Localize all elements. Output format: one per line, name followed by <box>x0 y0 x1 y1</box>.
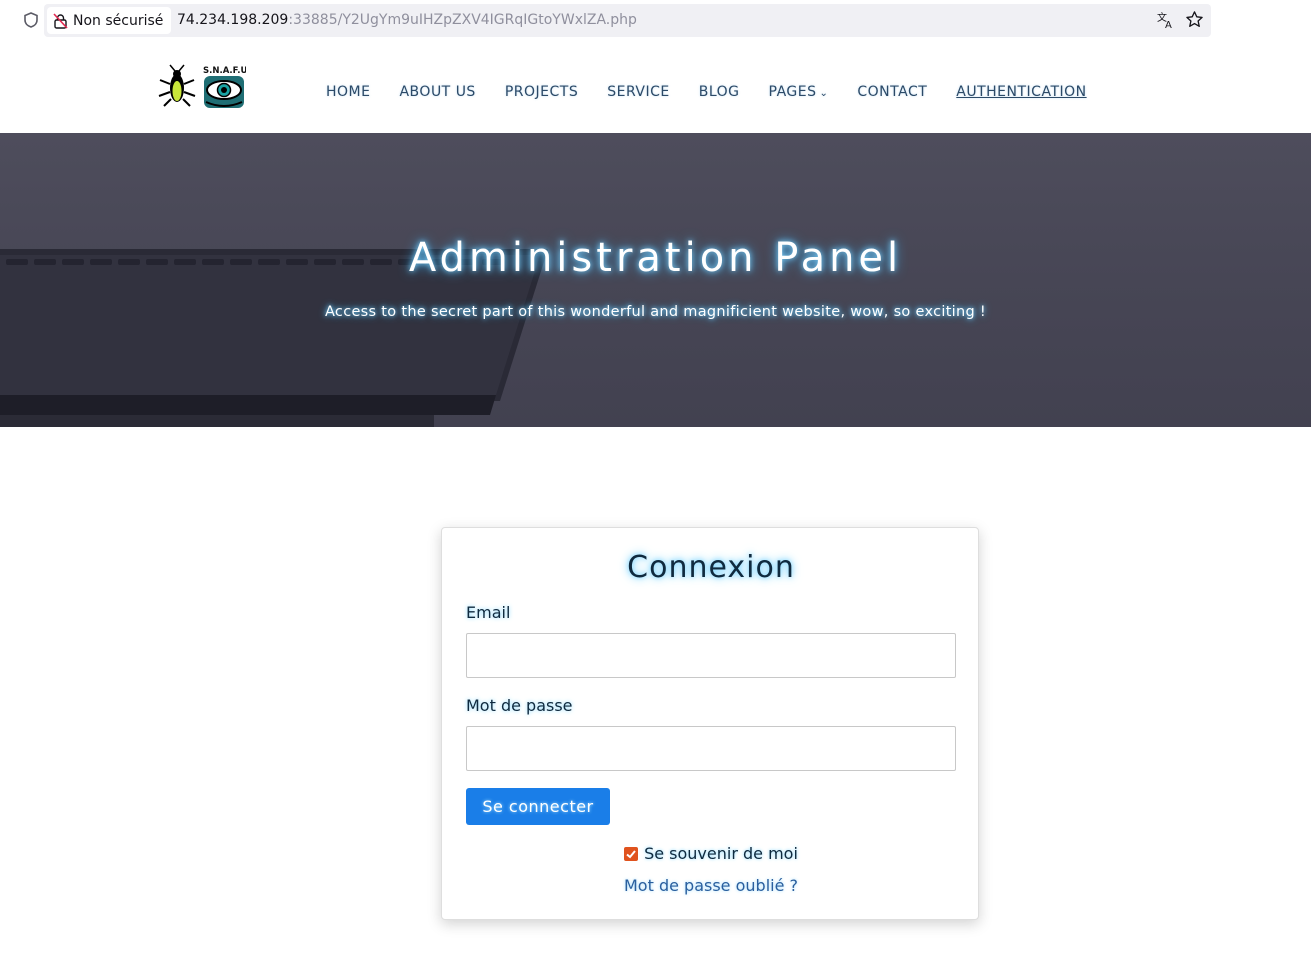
security-label: Non sécurisé <box>73 12 164 29</box>
translate-icon[interactable]: 文 A <box>1157 11 1175 29</box>
remember-me-checkbox[interactable] <box>624 846 639 861</box>
url-host: 74.234.198.209 <box>177 12 289 28</box>
nav-home[interactable]: HOME <box>326 84 370 100</box>
remember-me: Se souvenir de moi <box>442 844 980 863</box>
hero-subtitle: Access to the secret part of this wonder… <box>324 304 987 320</box>
password-field[interactable] <box>466 726 956 771</box>
nav-pages-label: PAGES <box>768 84 817 100</box>
password-label: Mot de passe <box>466 696 573 715</box>
site-header: S.N.A.F.U HOME ABOUT US PROJECTS SERVICE… <box>0 42 1311 133</box>
url-path: :33885/Y2UgYm9uIHZpZXV4IGRqIGtoYWxlZA.ph… <box>288 12 637 28</box>
forgot-password-link[interactable]: Mot de passe oublié ? <box>442 876 980 895</box>
nav-blog[interactable]: BLOG <box>699 84 740 100</box>
security-indicator[interactable]: Non sécurisé <box>47 7 172 34</box>
nav-contact[interactable]: CONTACT <box>857 84 927 100</box>
chevron-down-icon: ⌄ <box>819 88 829 99</box>
nav-pages[interactable]: PAGES ⌄ <box>769 84 829 100</box>
nav-service[interactable]: SERVICE <box>607 84 670 100</box>
shield-icon[interactable] <box>22 11 40 29</box>
remember-me-label[interactable]: Se souvenir de moi <box>644 844 798 863</box>
hero-title: Administration Panel <box>408 235 903 281</box>
snafu-logo[interactable]: S.N.A.F.U <box>156 64 246 110</box>
email-label: Email <box>466 603 511 622</box>
login-title: Connexion <box>627 550 795 585</box>
checkmark-icon <box>626 849 636 858</box>
login-card: Connexion Email Mot de passe Se connecte… <box>441 527 979 920</box>
logo-text: S.N.A.F.U <box>203 66 246 76</box>
svg-text:A: A <box>1165 20 1172 29</box>
nav-about-us[interactable]: ABOUT US <box>399 84 475 100</box>
main-nav: HOME ABOUT US PROJECTS SERVICE BLOG PAGE… <box>326 84 1087 100</box>
login-button[interactable]: Se connecter <box>466 788 610 825</box>
email-field[interactable] <box>466 633 956 678</box>
browser-toolbar: Non sécurisé 74.234.198.209:33885/Y2UgYm… <box>0 0 1311 43</box>
nav-authentication[interactable]: AUTHENTICATION <box>956 84 1086 100</box>
bookmark-star-icon[interactable] <box>1185 10 1204 29</box>
address-bar[interactable]: Non sécurisé 74.234.198.209:33885/Y2UgYm… <box>44 4 1211 37</box>
insecure-lock-icon <box>53 12 68 29</box>
nav-projects[interactable]: PROJECTS <box>505 84 578 100</box>
url-text[interactable]: 74.234.198.209:33885/Y2UgYm9uIHZpZXV4IGR… <box>177 12 637 28</box>
hero-banner: Administration Panel Access to the secre… <box>0 133 1311 427</box>
